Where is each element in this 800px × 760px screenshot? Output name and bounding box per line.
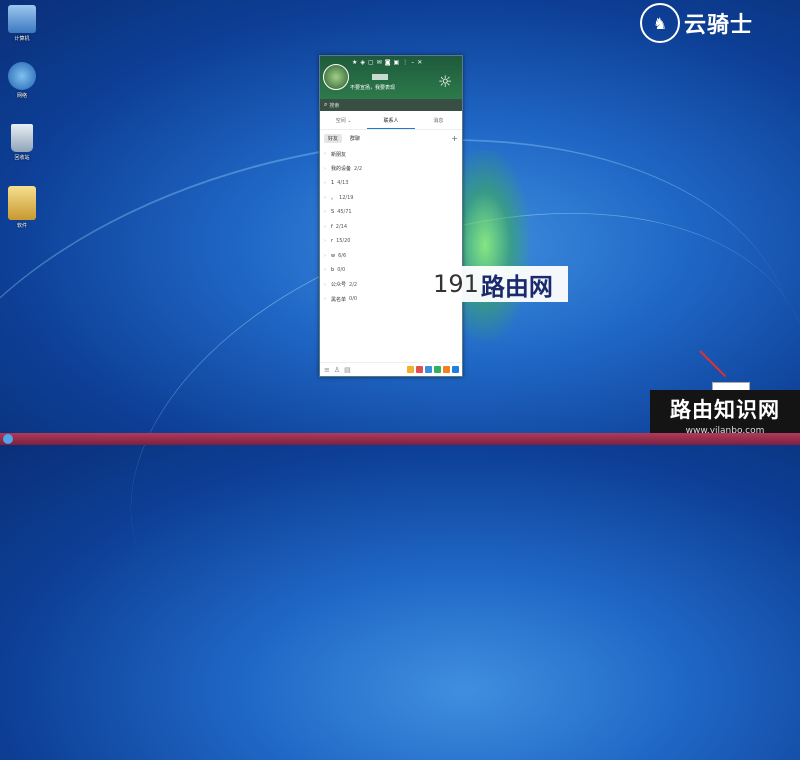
group-count: 2/2 [354, 165, 363, 172]
close-icon[interactable]: ✕ [417, 59, 422, 66]
group-name: 我的设备 [331, 166, 352, 173]
network-icon [8, 62, 36, 90]
qq-toolbar: ★ ◈ ▢ ✉ ◙ ▣ ⋮ – ✕ [352, 59, 422, 66]
chevron-right-icon: › [324, 165, 326, 172]
subtab-friends[interactable]: 好友 [324, 133, 343, 143]
desktop-icon-label: 网络 [16, 93, 27, 99]
tab-messages[interactable]: 消息 [415, 115, 462, 129]
group-name: 公众号 [331, 282, 347, 289]
chat-icon[interactable]: ▢ [368, 59, 374, 66]
app-shortcut-icon[interactable] [425, 366, 432, 373]
start-button[interactable] [3, 434, 13, 444]
app-shortcut-icon[interactable] [443, 366, 450, 373]
watermark-number: 191 [433, 270, 479, 298]
watermark-title: 路由知识网 [670, 398, 780, 422]
group-count: 0/0 [337, 267, 346, 274]
chevron-right-icon: › [324, 151, 326, 158]
signature-text[interactable]: 不要宣扬，我要表现 [350, 84, 395, 91]
avatar[interactable] [323, 64, 349, 90]
group-name: 1 [331, 180, 335, 187]
desktop-icon-software[interactable]: 软件 [4, 186, 40, 229]
minimize-icon[interactable]: – [411, 59, 414, 66]
desktop-icon-label: 回收站 [14, 155, 30, 161]
file-icon[interactable]: ▤ [344, 366, 351, 374]
chevron-right-icon: › [324, 180, 326, 187]
desktop-icon-label: 计算机 [14, 36, 30, 42]
taskbar[interactable] [0, 433, 800, 445]
group-count: 15/20 [336, 238, 351, 245]
badge-icon[interactable]: ◈ [360, 59, 365, 66]
group-count: 2/2 [349, 281, 358, 288]
qq-bottom-bar: ≡ ♙ ▤ [320, 362, 462, 376]
chevron-right-icon: › [324, 223, 326, 230]
search-placeholder: 搜索 [329, 102, 340, 109]
group-count: 2/14 [335, 223, 347, 230]
list-item[interactable]: › f 2/14 [324, 220, 462, 235]
list-item[interactable]: › 1 4/13 [324, 176, 462, 191]
group-name: b [331, 267, 335, 274]
watermark-text: 路由网 [480, 272, 553, 301]
list-item[interactable]: › S 45/71 [324, 205, 462, 220]
nickname-redacted [372, 74, 388, 80]
desktop-icon-label: 软件 [16, 223, 27, 229]
weather-sun-icon[interactable]: ☼ [438, 72, 452, 91]
add-friend-icon[interactable]: ♙ [334, 366, 340, 374]
list-item[interactable]: › 我的设备 2/2 [324, 162, 462, 177]
recycle-bin-icon [11, 124, 33, 152]
chevron-right-icon: › [324, 209, 326, 216]
add-icon[interactable]: + [451, 134, 458, 143]
group-name: f [331, 223, 333, 230]
desktop-icon-network[interactable]: 网络 [4, 62, 40, 99]
group-name: r [331, 238, 334, 245]
list-item[interactable]: › r 15/20 [324, 234, 462, 249]
star-icon[interactable]: ★ [352, 59, 357, 66]
group-name: 黑名单 [331, 296, 347, 303]
mail-icon[interactable]: ✉ [377, 59, 382, 66]
chevron-right-icon: › [324, 281, 326, 288]
qq-main-window[interactable]: ★ ◈ ▢ ✉ ◙ ▣ ⋮ – ✕ 不要宣扬，我要表现 ☼ ⌕ 搜索 空间 ⌄ … [319, 55, 463, 377]
group-count: 6/6 [338, 252, 347, 259]
list-item[interactable]: › w 6/6 [324, 249, 462, 264]
list-item[interactable]: › 。 12/19 [324, 191, 462, 206]
app-shortcut-icon[interactable] [407, 366, 414, 373]
group-count: 45/71 [337, 209, 352, 216]
brand-watermark: ♞ 云骑士 [640, 3, 753, 43]
menu-icon[interactable]: ⋮ [402, 59, 408, 66]
group-count: 0/0 [349, 296, 358, 303]
search-icon: ⌕ [324, 101, 328, 108]
group-name: 新朋友 [331, 151, 347, 158]
desktop-icon-computer[interactable]: 计算机 [4, 5, 40, 42]
app-shortcuts [407, 366, 462, 373]
subtab-groups[interactable]: 群聊 [346, 134, 364, 143]
group-name: 。 [331, 195, 337, 202]
contact-subtabs: 好友 群聊 + [320, 132, 462, 144]
search-input[interactable]: ⌕ 搜索 [320, 99, 462, 111]
folder-icon [8, 186, 36, 220]
chevron-right-icon: › [324, 194, 326, 201]
chevron-right-icon: › [324, 267, 326, 274]
app-shortcut-icon[interactable] [434, 366, 441, 373]
camera-icon[interactable]: ◙ [385, 59, 391, 66]
desktop-icon-recycle-bin[interactable]: 回收站 [4, 124, 40, 161]
watermark-191-router: 191 路由网 [418, 266, 568, 302]
app-shortcut-icon[interactable] [452, 366, 459, 373]
group-count: 12/19 [339, 194, 354, 201]
main-tabs: 空间 ⌄ 联系人 消息 [320, 115, 462, 130]
tab-space[interactable]: 空间 ⌄ [320, 115, 367, 129]
knight-logo-icon: ♞ [640, 3, 680, 43]
chevron-right-icon: › [324, 252, 326, 259]
gift-icon[interactable]: ▣ [394, 59, 400, 66]
chevron-right-icon: › [324, 296, 326, 303]
main-menu-icon[interactable]: ≡ [324, 366, 330, 374]
list-item[interactable]: › 新朋友 [324, 147, 462, 162]
chevron-right-icon: › [324, 238, 326, 245]
app-shortcut-icon[interactable] [416, 366, 423, 373]
tab-contacts[interactable]: 联系人 [367, 115, 415, 129]
qq-profile-header: ★ ◈ ▢ ✉ ◙ ▣ ⋮ – ✕ 不要宣扬，我要表现 ☼ [320, 56, 462, 99]
brand-text: 云骑士 [684, 13, 754, 38]
computer-icon [8, 5, 36, 33]
group-name: w [331, 252, 336, 259]
group-name: S [331, 209, 335, 216]
group-count: 4/13 [337, 180, 349, 187]
